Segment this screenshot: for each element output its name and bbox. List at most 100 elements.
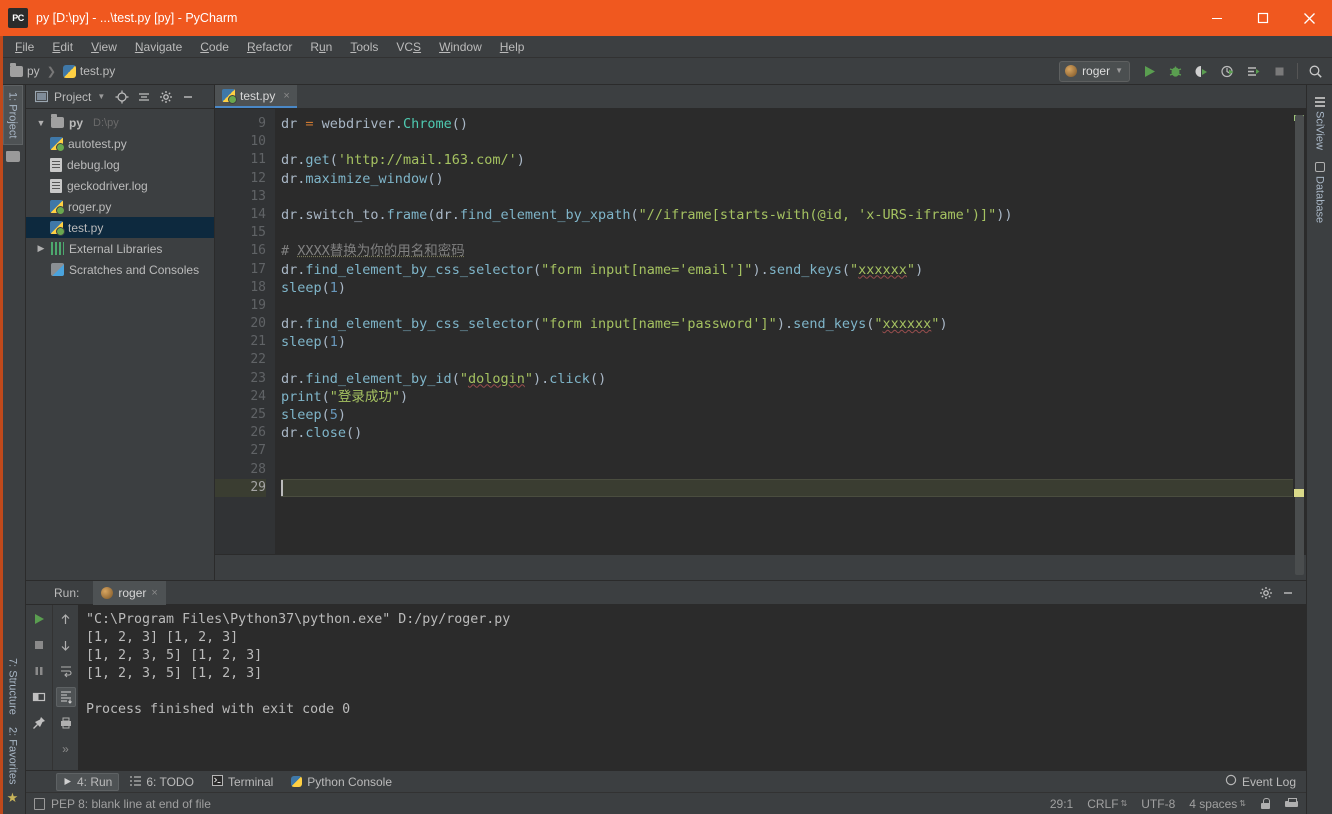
folder-icon xyxy=(10,62,23,77)
stop-button[interactable] xyxy=(1267,59,1292,84)
lock-icon[interactable] xyxy=(1260,798,1271,809)
sidebar-item-favorites[interactable]: 2: Favorites xyxy=(4,721,22,790)
scrollbar-thumb[interactable] xyxy=(1295,115,1304,575)
menu-code[interactable]: Code xyxy=(191,38,238,56)
run-button[interactable] xyxy=(1137,59,1162,84)
code-editor[interactable]: dr = webdriver.Chrome() dr.get('http://m… xyxy=(275,109,1293,554)
pause-button[interactable] xyxy=(29,661,49,681)
sidebar-item-structure[interactable]: 7: Structure xyxy=(4,652,22,721)
code-line[interactable] xyxy=(281,351,1293,369)
menu-navigate[interactable]: Navigate xyxy=(126,38,191,56)
code-line[interactable] xyxy=(281,224,1293,242)
caret-position[interactable]: 29:1 xyxy=(1050,797,1073,811)
code-line[interactable]: sleep(5) xyxy=(281,406,1293,424)
breadcrumb-item-project[interactable]: py xyxy=(27,64,40,78)
more-button[interactable]: » xyxy=(56,739,76,759)
breadcrumb-item-file[interactable]: test.py xyxy=(80,64,115,78)
code-line[interactable]: dr.maximize_window() xyxy=(281,170,1293,188)
code-line[interactable]: dr.find_element_by_css_selector("form in… xyxy=(281,261,1293,279)
tree-item-test[interactable]: test.py xyxy=(26,217,214,238)
down-button[interactable] xyxy=(56,635,76,655)
sidebar-item-database[interactable]: Database xyxy=(1311,156,1329,229)
editor-scrollbar[interactable] xyxy=(1293,109,1306,575)
code-line[interactable]: sleep(1) xyxy=(281,333,1293,351)
code-token: " xyxy=(874,316,883,333)
up-button[interactable] xyxy=(56,609,76,629)
tree-item-roger[interactable]: roger.py xyxy=(26,196,214,217)
pin-button[interactable] xyxy=(29,713,49,733)
tab-test-py[interactable]: test.py × xyxy=(215,85,297,108)
code-line[interactable] xyxy=(281,297,1293,315)
run-configuration-selector[interactable]: roger ▼ xyxy=(1059,60,1130,82)
tree-item-external-libraries[interactable]: ▶ External Libraries xyxy=(26,238,214,259)
close-icon[interactable]: × xyxy=(283,90,289,102)
code-line[interactable] xyxy=(281,461,1293,479)
soft-wrap-button[interactable] xyxy=(56,661,76,681)
code-line[interactable] xyxy=(281,478,1293,497)
print-icon[interactable] xyxy=(1285,798,1298,809)
run-console-output[interactable]: "C:\Program Files\Python37\python.exe" D… xyxy=(78,605,1306,770)
line-separator-selector[interactable]: CRLF ⇅ xyxy=(1087,797,1127,811)
rerun-button[interactable] xyxy=(29,609,49,629)
run-coverage-button[interactable] xyxy=(1189,59,1214,84)
bottom-tab-todo[interactable]: 6: TODO xyxy=(123,773,201,791)
minimize-icon[interactable] xyxy=(1194,0,1240,36)
menu-view[interactable]: View xyxy=(82,38,126,56)
tree-item-debug-log[interactable]: debug.log xyxy=(26,154,214,175)
sidebar-item-sciview[interactable]: SciView xyxy=(1311,91,1329,156)
code-line[interactable]: # XXXX替换为你的用名和密码 xyxy=(281,242,1293,260)
settings-icon[interactable] xyxy=(1256,583,1276,603)
profile-button[interactable] xyxy=(1215,59,1240,84)
close-icon[interactable] xyxy=(1286,0,1332,36)
stop-button[interactable] xyxy=(29,635,49,655)
code-line[interactable]: dr.find_element_by_css_selector("form in… xyxy=(281,315,1293,333)
menu-vcs[interactable]: VCS xyxy=(387,38,430,56)
chevron-down-icon: ▼ xyxy=(1115,66,1123,75)
code-line[interactable]: dr.get('http://mail.163.com/') xyxy=(281,151,1293,169)
bottom-tab-terminal[interactable]: Terminal xyxy=(205,773,280,791)
search-everywhere-button[interactable] xyxy=(1303,59,1328,84)
menu-file[interactable]: File xyxy=(6,38,43,56)
layout-button[interactable] xyxy=(29,687,49,707)
locate-icon[interactable] xyxy=(113,88,131,106)
chevron-down-icon[interactable]: ▼ xyxy=(36,118,46,128)
maximize-icon[interactable] xyxy=(1240,0,1286,36)
code-line[interactable] xyxy=(281,188,1293,206)
code-line[interactable]: sleep(1) xyxy=(281,279,1293,297)
menu-run[interactable]: Run xyxy=(301,38,341,56)
debug-button[interactable] xyxy=(1163,59,1188,84)
tree-item-scratches[interactable]: Scratches and Consoles xyxy=(26,259,214,280)
hide-icon[interactable] xyxy=(179,88,197,106)
encoding-selector[interactable]: UTF-8 xyxy=(1141,797,1175,811)
event-log-label[interactable]: Event Log xyxy=(1242,775,1296,789)
chevron-right-icon[interactable]: ▶ xyxy=(36,243,46,254)
code-line[interactable]: dr.close() xyxy=(281,424,1293,442)
code-line[interactable] xyxy=(281,133,1293,151)
run-tab-roger[interactable]: roger × xyxy=(93,580,166,605)
menu-refactor[interactable]: Refactor xyxy=(238,38,301,56)
code-line[interactable]: print("登录成功") xyxy=(281,388,1293,406)
code-line[interactable]: dr.switch_to.frame(dr.find_element_by_xp… xyxy=(281,206,1293,224)
print-button[interactable] xyxy=(56,713,76,733)
menu-window[interactable]: Window xyxy=(430,38,491,56)
tree-item-py-root[interactable]: ▼ py D:\py xyxy=(26,112,214,133)
scroll-to-end-button[interactable] xyxy=(55,687,76,707)
menu-help[interactable]: Help xyxy=(491,38,534,56)
run-anything-button[interactable] xyxy=(1241,59,1266,84)
code-line[interactable]: dr = webdriver.Chrome() xyxy=(281,115,1293,133)
hide-icon[interactable] xyxy=(1278,583,1298,603)
bottom-tab-run[interactable]: 4: Run xyxy=(56,772,120,791)
tree-item-geckodriver-log[interactable]: geckodriver.log xyxy=(26,175,214,196)
code-line[interactable]: dr.find_element_by_id("dologin").click() xyxy=(281,370,1293,388)
tree-item-autotest[interactable]: autotest.py xyxy=(26,133,214,154)
sidebar-item-project[interactable]: 1: Project xyxy=(2,85,23,146)
bottom-tab-python-console[interactable]: Python Console xyxy=(284,773,399,791)
indent-selector[interactable]: 4 spaces ⇅ xyxy=(1189,797,1246,811)
menu-tools[interactable]: Tools xyxy=(341,38,387,56)
collapse-all-icon[interactable] xyxy=(135,88,153,106)
code-line[interactable] xyxy=(281,442,1293,460)
close-icon[interactable]: × xyxy=(151,587,157,599)
settings-icon[interactable] xyxy=(157,88,175,106)
chevron-down-icon[interactable]: ▼ xyxy=(97,92,105,101)
menu-edit[interactable]: Edit xyxy=(43,38,82,56)
